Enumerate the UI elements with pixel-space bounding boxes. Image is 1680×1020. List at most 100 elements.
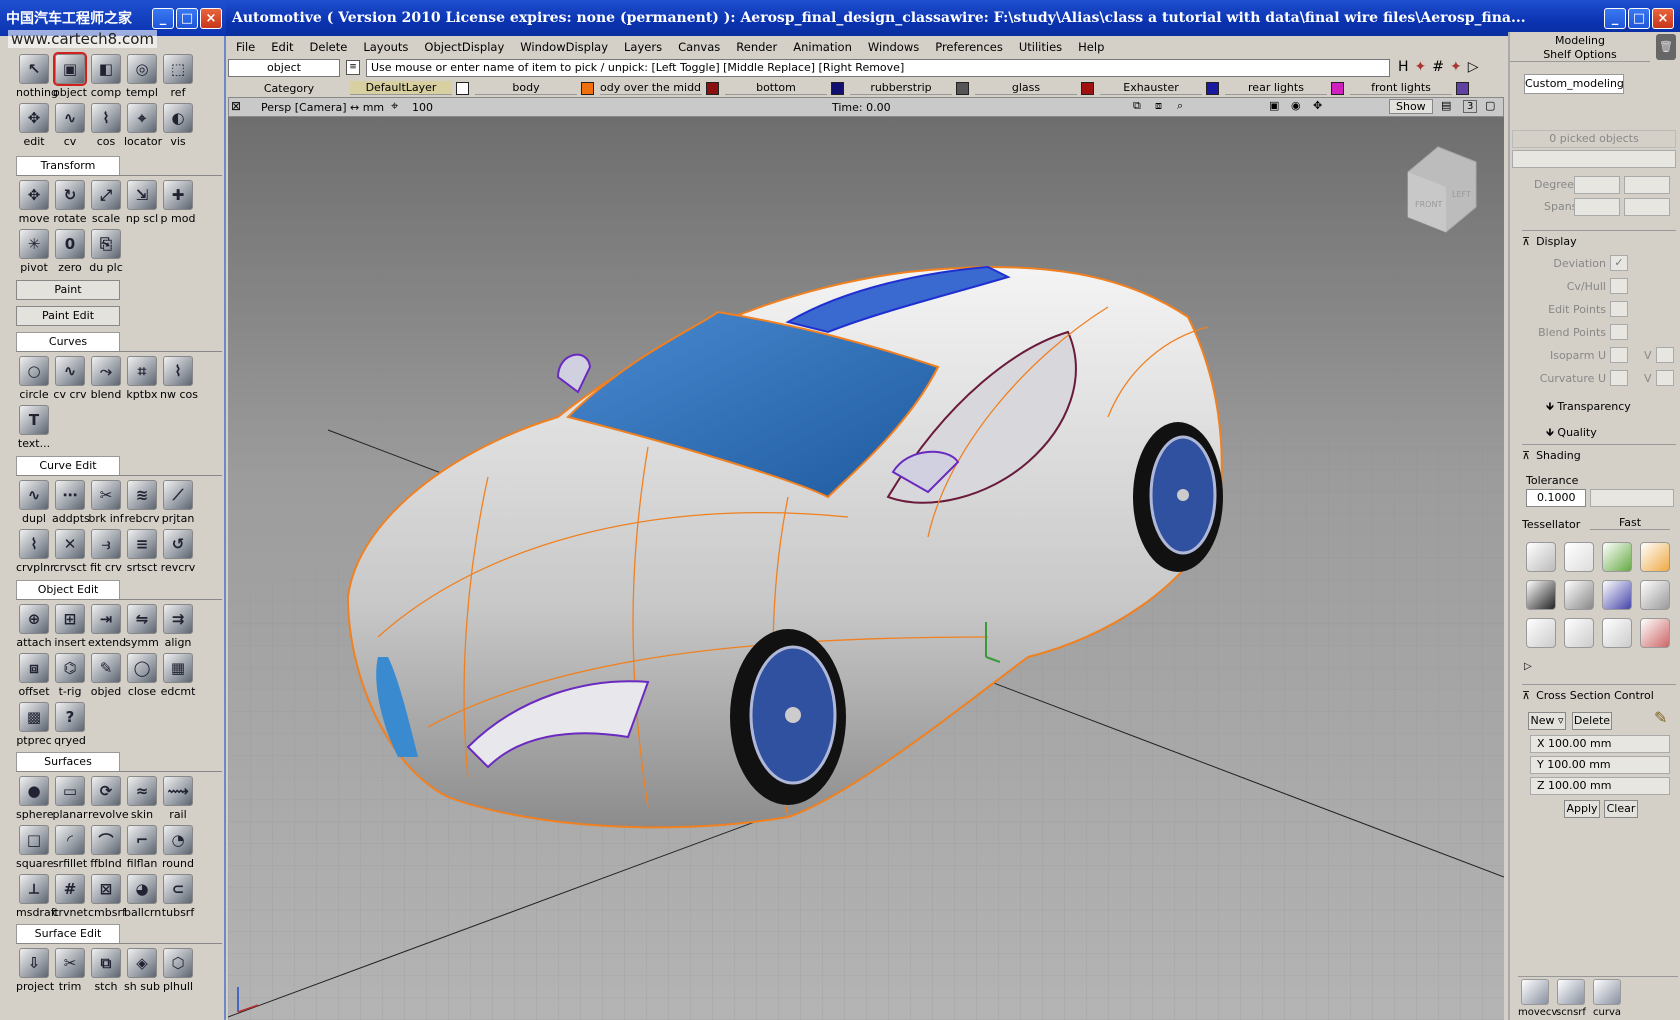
section-transform[interactable]: Transform — [16, 156, 120, 176]
section-surface-edit[interactable]: Surface Edit — [16, 924, 120, 944]
play-icon[interactable]: ▷ — [1468, 59, 1479, 75]
layer-color-swatch[interactable] — [456, 81, 469, 95]
shading-preset-icon[interactable] — [1526, 618, 1556, 648]
shading-preset-icon[interactable] — [1564, 618, 1594, 648]
layer-ody-over-the-middle[interactable]: ody over the middle — [600, 80, 725, 96]
tool-cos[interactable]: ⌇ cos — [88, 103, 124, 151]
tool-sh-sub[interactable]: ◈ sh sub — [124, 948, 160, 996]
tool-skin[interactable]: ≈ skin — [124, 776, 160, 824]
display-deviation-checkbox[interactable]: ✓ — [1610, 255, 1628, 271]
display-isoparm-checkbox[interactable] — [1610, 347, 1628, 363]
tool-np-scl[interactable]: ⇲ np scl — [124, 180, 160, 228]
spans-field-2[interactable] — [1624, 198, 1670, 216]
shading-preset-icon[interactable] — [1640, 542, 1670, 572]
shading-preset-icon[interactable] — [1640, 580, 1670, 610]
paint-button[interactable]: Paint — [16, 280, 120, 300]
tool-locator[interactable]: ⌖ locator — [124, 103, 162, 151]
menu-canvas[interactable]: Canvas — [670, 40, 728, 54]
tool-edcmt[interactable]: ▦ edcmt — [160, 653, 196, 701]
tool-insert[interactable]: ⊞ insert — [52, 604, 88, 652]
shading-preset-icon[interactable] — [1640, 618, 1670, 648]
degree-field-2[interactable] — [1624, 176, 1670, 194]
menu-windowdisplay[interactable]: WindowDisplay — [512, 40, 616, 54]
layer-color-swatch[interactable] — [1081, 81, 1094, 95]
tool-trim[interactable]: ✂ trim — [52, 948, 88, 996]
layout-number[interactable]: 3 — [1463, 100, 1478, 113]
tolerance-field[interactable]: 0.1000 — [1526, 489, 1586, 507]
palette-minimize-button[interactable]: _ — [152, 8, 174, 29]
layer-color-swatch[interactable] — [1456, 81, 1469, 95]
tool-align[interactable]: ⇉ align — [160, 604, 196, 652]
tool-project[interactable]: ⇩ project — [16, 948, 54, 996]
spans-field-1[interactable] — [1574, 198, 1620, 216]
layer-exhauster[interactable]: Exhauster — [1100, 80, 1225, 96]
tessellator-select[interactable]: Fast — [1590, 516, 1670, 530]
tool-t-rig[interactable]: ⌬ t-rig — [52, 653, 88, 701]
tool-rail[interactable]: ⟿ rail — [160, 776, 196, 824]
modeling-label[interactable]: Modeling — [1510, 34, 1650, 47]
tool-dupl[interactable]: ∿ dupl — [16, 480, 52, 528]
history-icon[interactable]: H — [1398, 59, 1409, 75]
menu-render[interactable]: Render — [728, 40, 785, 54]
menu-windows[interactable]: Windows — [860, 40, 927, 54]
shelf-tool-curva[interactable]: curva — [1590, 979, 1624, 1018]
layer-color-swatch[interactable] — [1331, 81, 1344, 95]
maximize-button[interactable]: □ — [1628, 7, 1650, 29]
tool-crvnet[interactable]: # crvnet — [52, 874, 88, 922]
tool-offset[interactable]: ⧈ offset — [16, 653, 52, 701]
viewport-close-icon[interactable]: ⊠ — [231, 99, 241, 113]
layer-glass[interactable]: glass — [975, 80, 1100, 96]
tool-revcrv[interactable]: ↺ revcrv — [160, 529, 196, 577]
layer-body[interactable]: body — [475, 80, 600, 96]
shelf-options-label[interactable]: Shelf Options — [1510, 48, 1650, 62]
clear-button[interactable]: Clear — [1604, 800, 1638, 818]
y-field[interactable]: Y 100.00 mm — [1530, 756, 1670, 774]
layer-rear-lights[interactable]: rear lights — [1225, 80, 1350, 96]
tool-msdraft[interactable]: ⟂ msdraft — [16, 874, 59, 922]
tool-extend[interactable]: ⇥ extend — [88, 604, 126, 652]
tool-objed[interactable]: ✎ objed — [88, 653, 124, 701]
tool-revolve[interactable]: ⟳ revolve — [88, 776, 129, 824]
tool-object[interactable]: ▣ object — [52, 52, 88, 102]
tool-ref[interactable]: ⬚ ref — [160, 54, 196, 102]
tool-stch[interactable]: ⧉ stch — [88, 948, 124, 996]
tool-templ[interactable]: ◎ templ — [124, 54, 160, 102]
tool-cv-crv[interactable]: ∿ cv crv — [52, 356, 88, 404]
palette-close-button[interactable]: × — [200, 8, 222, 29]
shading-preset-icon[interactable] — [1602, 618, 1632, 648]
shading-preset-icon[interactable] — [1526, 542, 1556, 572]
section-curves[interactable]: Curves — [16, 332, 120, 352]
tool-attach[interactable]: ⊕ attach — [16, 604, 52, 652]
new-button[interactable]: New ▿ — [1528, 712, 1566, 730]
tool-square[interactable]: □ square — [16, 825, 53, 873]
tool-symm[interactable]: ⇋ symm — [124, 604, 160, 652]
section-curve-edit[interactable]: Curve Edit — [16, 456, 120, 476]
layer-color-swatch[interactable] — [706, 81, 719, 95]
tool-filflan[interactable]: ⌐ filflan — [124, 825, 160, 873]
tool-text[interactable]: Ttext... — [16, 405, 52, 453]
camera-zoom-icon[interactable]: ⌕ — [1177, 99, 1183, 113]
layer-rubberstrip[interactable]: rubberstrip — [850, 80, 975, 96]
layer-front-lights[interactable]: front lights — [1350, 80, 1475, 96]
layer-color-swatch[interactable] — [956, 81, 969, 95]
camera-tumble-icon[interactable]: ⧉ — [1133, 99, 1141, 113]
trash-icon[interactable]: 🗑 — [1656, 34, 1676, 60]
pick-mode-field[interactable]: object — [228, 59, 340, 77]
tool-planar[interactable]: ▭ planar — [52, 776, 88, 824]
show-button[interactable]: Show — [1389, 99, 1433, 114]
v-checkbox[interactable] — [1656, 347, 1674, 363]
tool-scale[interactable]: ⤢ scale — [88, 180, 124, 228]
shading-preset-icon[interactable] — [1564, 580, 1594, 610]
shading-section[interactable]: ⊼ Shading — [1522, 444, 1676, 466]
menu-objectdisplay[interactable]: ObjectDisplay — [416, 40, 512, 54]
tool-nw-cos[interactable]: ⌇ nw cos — [160, 356, 198, 404]
menu-layouts[interactable]: Layouts — [355, 40, 416, 54]
layer-color-swatch[interactable] — [831, 81, 844, 95]
menu-file[interactable]: File — [228, 40, 263, 54]
shading-preset-icon[interactable] — [1602, 542, 1632, 572]
tool-rotate[interactable]: ↻ rotate — [52, 180, 88, 228]
tool-kptbx[interactable]: ⌗ kptbx — [124, 356, 160, 404]
paint-edit-button[interactable]: Paint Edit — [16, 306, 120, 326]
tool-du-plc[interactable]: ⎘ du plc — [88, 229, 124, 277]
tool-pivot[interactable]: ✳ pivot — [16, 229, 52, 277]
